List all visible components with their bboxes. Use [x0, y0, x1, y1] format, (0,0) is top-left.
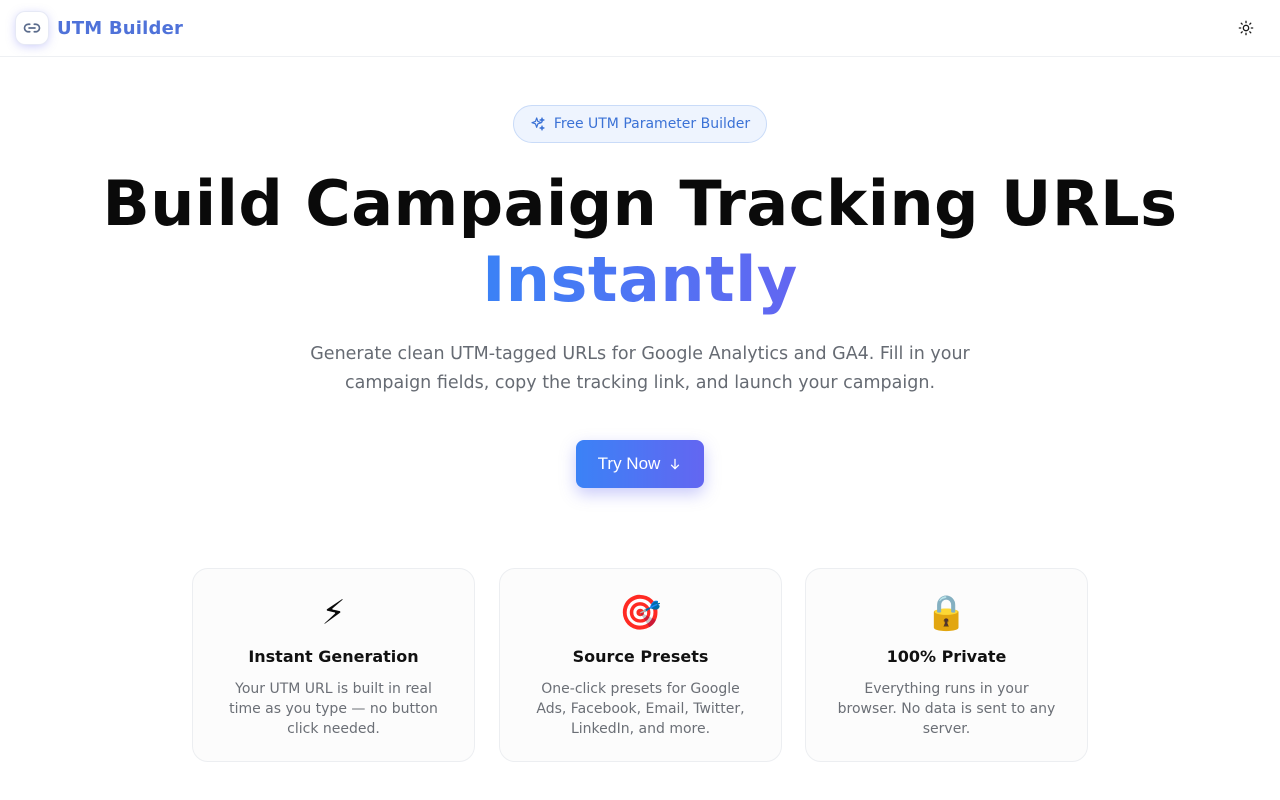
sun-icon: [1238, 20, 1254, 36]
hero-subtitle: Generate clean UTM-tagged URLs for Googl…: [310, 344, 970, 393]
theme-toggle-button[interactable]: [1234, 16, 1258, 40]
feature-description: One-click presets for Google Ads, Facebo…: [536, 681, 745, 737]
feature-card-presets: 🎯 Source Presets One-click presets for G…: [499, 568, 782, 762]
try-now-label: Try Now: [597, 454, 661, 473]
arrow-down-icon: [668, 457, 682, 471]
target-icon: 🎯: [619, 593, 662, 633]
brand-logo-link[interactable]: UTM Builder: [16, 12, 183, 44]
feature-title: Instant Generation: [248, 647, 419, 666]
lock-icon: 🔒: [925, 593, 968, 633]
title-highlight-text: Instantly: [482, 243, 798, 316]
page-title: Build Campaign Tracking URLs: [102, 167, 1178, 240]
link-icon: [16, 12, 48, 44]
feature-card-instant: ⚡ Instant Generation Your UTM URL is bui…: [192, 568, 475, 762]
feature-description: Your UTM URL is built in real time as yo…: [229, 681, 438, 737]
feature-title: 100% Private: [886, 647, 1007, 666]
top-nav: UTM Builder: [0, 0, 1280, 57]
badge-text: Free UTM Parameter Builder: [553, 116, 751, 132]
sparkles-icon: [530, 116, 546, 132]
lightning-icon: ⚡: [321, 593, 346, 633]
brand-name: UTM Builder: [57, 17, 184, 39]
try-now-button[interactable]: Try Now: [576, 440, 704, 488]
feature-card-private: 🔒 100% Private Everything runs in your b…: [805, 568, 1088, 762]
feature-title: Source Presets: [572, 647, 709, 666]
feature-description: Everything runs in your browser. No data…: [837, 681, 1056, 737]
page-title-highlight: Instantly: [0, 242, 1280, 318]
hero-badge: Free UTM Parameter Builder: [513, 105, 767, 143]
